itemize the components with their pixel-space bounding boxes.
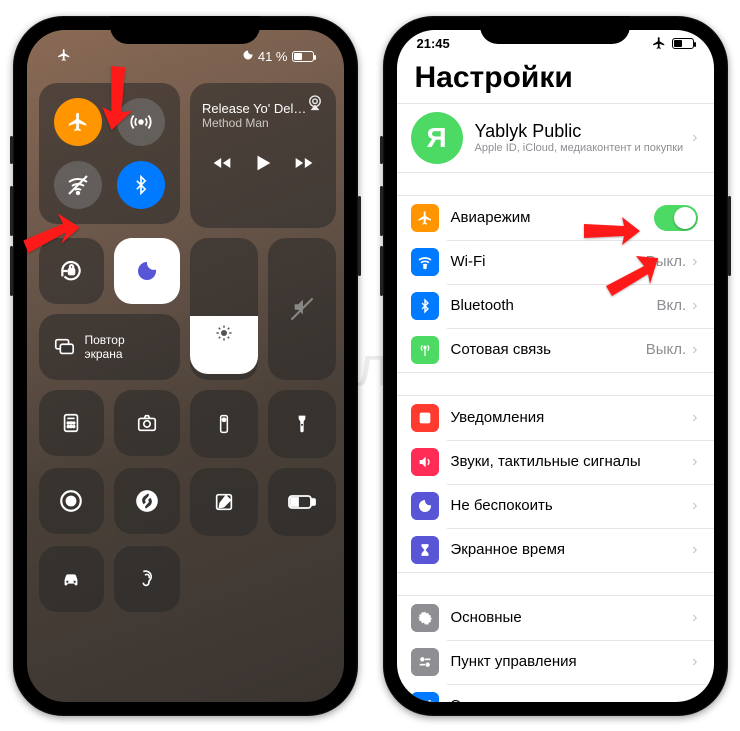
dnd-row[interactable]: Не беспокоить › [397, 484, 714, 528]
airplane-toggle[interactable] [654, 205, 698, 231]
media-artist: Method Man [202, 116, 324, 130]
status-bar: 21:45 [397, 30, 714, 51]
hearing-button[interactable] [114, 546, 180, 612]
airplane-toggle[interactable] [54, 98, 102, 146]
antenna-icon [411, 336, 439, 364]
chevron-icon: › [692, 453, 697, 471]
next-track-button[interactable] [294, 153, 314, 178]
do-not-disturb-button[interactable] [114, 238, 180, 304]
remote-button[interactable] [190, 390, 258, 458]
notifications-icon [411, 404, 439, 432]
phone-left: 41 % [13, 16, 358, 716]
profile-name: Yablyk Public [475, 121, 687, 142]
toggles-icon [411, 648, 439, 676]
sounds-icon [411, 448, 439, 476]
row-label: Основные [451, 609, 687, 626]
moon-icon [411, 492, 439, 520]
notifications-row[interactable]: Уведомления › [397, 396, 714, 440]
status-bar: 41 % [39, 44, 332, 65]
media-module[interactable]: Release Yo' Del… Method Man [190, 83, 336, 229]
chevron-icon: › [692, 697, 697, 702]
camera-button[interactable] [114, 390, 180, 456]
battery-icon [672, 38, 694, 49]
row-label: Сотовая связь [451, 341, 646, 358]
cellular-data-toggle[interactable] [117, 98, 165, 146]
screen-mirroring-label: Повтор экрана [85, 333, 125, 362]
row-label: Уведомления [451, 409, 687, 426]
cellular-row[interactable]: Сотовая связь Выкл. › [397, 328, 714, 372]
chevron-icon: › [692, 409, 697, 427]
airplay-icon[interactable] [306, 93, 324, 116]
apple-id-row[interactable]: Я Yablyk Public Apple ID, iCloud, медиак… [397, 104, 714, 172]
prev-track-button[interactable] [212, 153, 232, 178]
shazam-button[interactable] [114, 468, 180, 534]
chevron-icon: › [692, 497, 697, 515]
row-value: Вкл. [657, 297, 687, 314]
control-center-row[interactable]: Пункт управления › [397, 640, 714, 684]
screen-record-button[interactable] [39, 468, 105, 534]
row-label: Экран и яркость [451, 697, 687, 702]
row-label: Не беспокоить [451, 497, 687, 514]
screen-mirroring-button[interactable]: Повтор экрана [39, 314, 181, 380]
chevron-icon: › [692, 129, 697, 147]
avatar: Я [411, 112, 463, 164]
bluetooth-icon [411, 292, 439, 320]
display-row[interactable]: AA Экран и яркость › [397, 684, 714, 702]
low-power-button[interactable] [268, 468, 336, 536]
screen-time-row[interactable]: Экранное время › [397, 528, 714, 572]
airplane-icon [411, 204, 439, 232]
chevron-icon: › [692, 541, 697, 559]
general-row[interactable]: Основные › [397, 596, 714, 640]
battery-percent: 41 % [258, 49, 288, 64]
row-label: Авиарежим [451, 209, 654, 226]
status-time: 21:45 [417, 36, 450, 51]
airplane-mode-row[interactable]: Авиарежим [397, 196, 714, 240]
row-label: Пункт управления [451, 653, 687, 670]
chevron-icon: › [692, 341, 697, 359]
connectivity-module[interactable] [39, 83, 181, 225]
wifi-toggle[interactable] [54, 161, 102, 209]
orientation-lock-button[interactable] [39, 238, 105, 304]
row-value: Выкл. [646, 341, 686, 358]
airplane-status-icon [57, 48, 71, 65]
wifi-icon [411, 248, 439, 276]
wifi-row[interactable]: Wi-Fi Выкл. › [397, 240, 714, 284]
battery-icon [292, 51, 314, 62]
phone-right: 21:45 Настройки Я Yablyk Public Apple ID… [383, 16, 728, 716]
brightness-slider[interactable] [190, 238, 258, 380]
moon-icon [242, 49, 254, 64]
control-center-screen: 41 % [27, 30, 344, 702]
display-icon: AA [411, 692, 439, 702]
volume-slider[interactable] [268, 238, 336, 380]
hourglass-icon [411, 536, 439, 564]
play-button[interactable] [252, 152, 274, 179]
gear-icon [411, 604, 439, 632]
calculator-button[interactable] [39, 390, 105, 456]
chevron-icon: › [692, 297, 697, 315]
sounds-row[interactable]: Звуки, тактильные сигналы › [397, 440, 714, 484]
row-label: Экранное время [451, 541, 687, 558]
row-value: Выкл. [646, 253, 686, 270]
settings-screen: 21:45 Настройки Я Yablyk Public Apple ID… [397, 30, 714, 702]
bluetooth-row[interactable]: Bluetooth Вкл. › [397, 284, 714, 328]
row-label: Звуки, тактильные сигналы [451, 453, 687, 470]
bluetooth-toggle[interactable] [117, 161, 165, 209]
chevron-icon: › [692, 609, 697, 627]
row-label: Wi-Fi [451, 253, 646, 270]
flashlight-button[interactable] [268, 390, 336, 458]
profile-subtitle: Apple ID, iCloud, медиаконтент и покупки [475, 142, 687, 154]
notes-button[interactable] [190, 468, 258, 536]
airplane-status-icon [652, 36, 666, 50]
carplay-button[interactable] [39, 546, 105, 612]
chevron-icon: › [692, 653, 697, 671]
row-label: Bluetooth [451, 297, 657, 314]
chevron-icon: › [692, 253, 697, 271]
page-title: Настройки [397, 51, 714, 103]
